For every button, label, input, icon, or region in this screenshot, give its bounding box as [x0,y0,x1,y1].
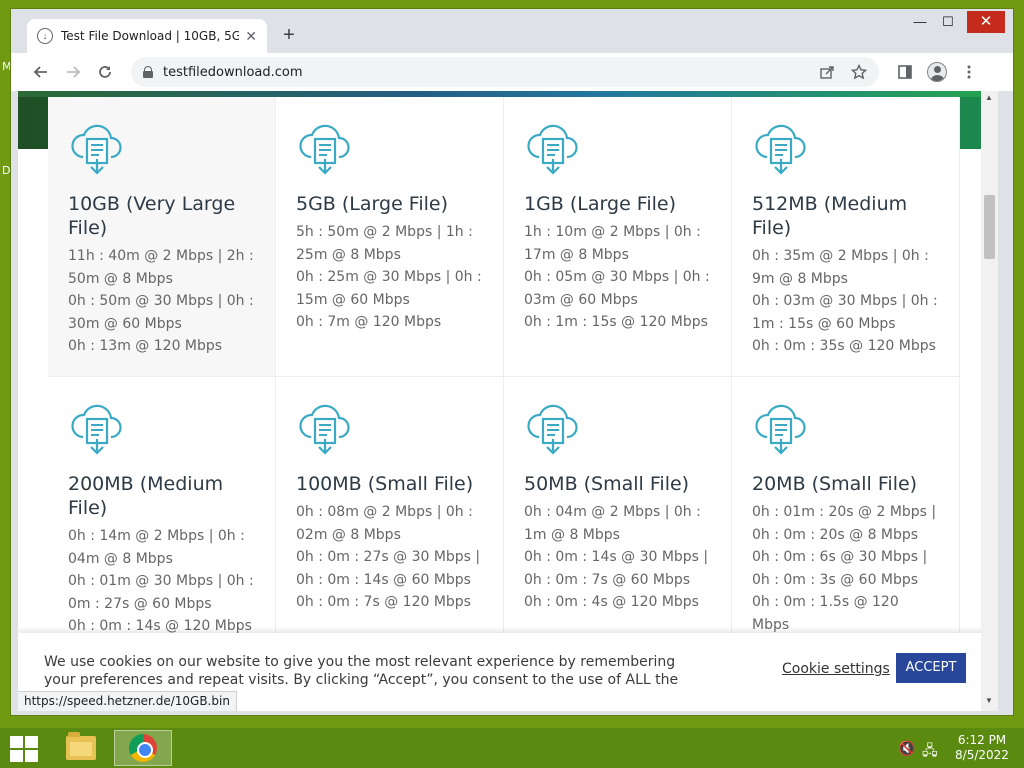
speed-line: 0h : 0m : 27s @ 30 Mbps | 0h : 0m : 14s … [296,549,481,588]
back-button[interactable] [25,56,57,88]
cloud-download-icon [299,124,350,175]
speed-line: 5h : 50m @ 2 Mbps | 1h : 25m @ 8 Mbps [296,224,473,263]
windows-logo-pane [25,736,38,748]
network-icon[interactable]: 🖧 [922,740,938,764]
speed-line: 0h : 0m : 7s @ 120 Mbps [296,594,471,610]
speed-line: 0h : 01m : 20s @ 2 Mbps | 0h : 0m : 20s … [752,504,937,543]
profile-button[interactable] [921,56,953,88]
file-card-1gb[interactable]: 1GB (Large File) 1h : 10m @ 2 Mbps | 0h … [504,97,732,377]
taskbar: 🔇 🖧 6:12 PM 8/5/2022 [0,728,1024,768]
page-viewport: 10GB (Very Large File) 11h : 40m @ 2 Mbp… [18,91,998,711]
windows-logo-pane [10,736,23,748]
cloud-download-icon [71,124,122,175]
cloud-download-icon [527,124,578,175]
chrome-icon [129,734,157,762]
file-title: 1GB (Large File) [524,193,676,215]
file-card-5gb[interactable]: 5GB (Large File) 5h : 50m @ 2 Mbps | 1h … [276,97,504,377]
cloud-download-icon [755,124,806,175]
browser-tab[interactable]: ↓ Test File Download | 10GB, 5GB, 1GB ✕ [27,19,267,53]
tab-title: Test File Download | 10GB, 5GB, 1GB [61,29,240,43]
accept-button[interactable]: ACCEPT [896,653,966,683]
scroll-down-icon[interactable]: ▼ [985,696,993,705]
sidepanel-icon [898,65,912,79]
title-bar: ↓ Test File Download | 10GB, 5GB, 1GB ✕ … [11,9,1013,53]
speaker-muted-icon[interactable]: 🔇 [898,740,915,757]
download-circle-icon: ↓ [37,28,53,44]
speed-line: 0h : 0m : 14s @ 30 Mbps | 0h : 0m : 7s @… [524,549,709,588]
sidepanel-button[interactable] [889,56,921,88]
speed-line: 0h : 01m @ 30 Mbps | 0h : 0m : 27s @ 60 … [68,573,254,612]
speed-line: 1h : 10m @ 2 Mbps | 0h : 17m @ 8 Mbps [524,224,701,263]
cloud-download-icon [71,404,122,455]
address-bar[interactable]: testfiledownload.com [131,57,879,87]
speed-line: 0h : 04m @ 2 Mbps | 0h : 1m @ 8 Mbps [524,504,701,543]
cloud-download-icon [299,404,350,455]
new-tab-button[interactable]: + [277,23,301,47]
speed-line: 0h : 14m @ 2 Mbps | 0h : 04m @ 8 Mbps [68,528,245,567]
speed-line: 0h : 25m @ 30 Mbps | 0h : 15m @ 60 Mbps [296,269,482,308]
speed-line: 0h : 08m @ 2 Mbps | 0h : 02m @ 8 Mbps [296,504,473,543]
folder-icon [66,732,96,760]
tab-close-icon[interactable]: ✕ [245,28,257,45]
speed-line: 0h : 0m : 1.5s @ 120 Mbps [752,594,899,633]
file-card-512mb[interactable]: 512MB (Medium File) 0h : 35m @ 2 Mbps | … [732,97,960,377]
share-icon[interactable] [819,64,835,80]
reload-button[interactable] [89,56,121,88]
lock-icon[interactable] [143,66,153,78]
file-card-50mb[interactable]: 50MB (Small File) 0h : 04m @ 2 Mbps | 0h… [504,377,732,657]
speed-line: 11h : 40m @ 2 Mbps | 2h : 50m @ 8 Mbps [68,248,254,287]
speed-line: 0h : 1m : 15s @ 120 Mbps [524,314,708,330]
speed-line: 0h : 05m @ 30 Mbps | 0h : 03m @ 60 Mbps [524,269,710,308]
file-card-10gb[interactable]: 10GB (Very Large File) 11h : 40m @ 2 Mbp… [48,97,276,377]
file-grid: 10GB (Very Large File) 11h : 40m @ 2 Mbp… [48,97,960,697]
vertical-scrollbar[interactable]: ▲ ▼ [981,91,998,711]
menu-button[interactable] [953,56,985,88]
cloud-download-icon [755,404,806,455]
kebab-menu-icon [967,65,971,79]
cookie-settings-link[interactable]: Cookie settings [782,661,890,677]
maximize-button[interactable]: ☐ [933,11,963,33]
file-explorer-taskbar-button[interactable] [60,730,102,766]
file-title: 20MB (Small File) [752,473,918,495]
windows-start-button[interactable] [10,736,38,762]
arrow-left-icon [33,66,47,78]
file-card-100mb[interactable]: 100MB (Small File) 0h : 08m @ 2 Mbps | 0… [276,377,504,657]
forward-button[interactable] [57,56,89,88]
speed-line: 0h : 13m @ 120 Mbps [68,338,223,354]
browser-window: ↓ Test File Download | 10GB, 5GB, 1GB ✕ … [10,8,1014,716]
clock-time: 6:12 PM [957,733,1007,747]
close-window-button[interactable]: ✕ [967,11,1005,33]
file-title: 50MB (Small File) [524,473,690,495]
browser-toolbar: testfiledownload.com [11,53,1013,91]
reload-icon [99,66,111,78]
url-text[interactable]: testfiledownload.com [163,65,803,80]
file-title: 100MB (Small File) [296,473,474,495]
arrow-right-icon [67,66,81,78]
speed-line: 0h : 0m : 4s @ 120 Mbps [524,594,699,610]
cloud-download-icon [527,404,578,455]
avatar [927,62,947,82]
speed-line: 0h : 0m : 35s @ 120 Mbps [752,338,936,354]
speed-line: 0h : 0m : 6s @ 30 Mbps | 0h : 0m : 3s @ … [752,549,928,588]
scroll-thumb[interactable] [984,195,995,259]
file-card-200mb[interactable]: 200MB (Medium File) 0h : 14m @ 2 Mbps | … [48,377,276,657]
speed-line: 0h : 7m @ 120 Mbps [296,314,442,330]
speed-line: 0h : 35m @ 2 Mbps | 0h : 9m @ 8 Mbps [752,248,929,287]
file-card-20mb[interactable]: 20MB (Small File) 0h : 01m : 20s @ 2 Mbp… [732,377,960,657]
system-clock[interactable]: 6:12 PM 8/5/2022 [950,733,1014,763]
windows-logo-pane [10,750,23,762]
file-title: 5GB (Large File) [296,193,448,215]
chrome-taskbar-button[interactable] [114,730,172,766]
speed-line: 0h : 50m @ 30 Mbps | 0h : 30m @ 60 Mbps [68,293,254,332]
file-title: 200MB (Medium File) [68,473,224,519]
file-title: 10GB (Very Large File) [68,193,236,239]
minimize-button[interactable]: — [905,11,935,33]
status-bar-url: https://speed.hetzner.de/10GB.bin [18,691,237,711]
scroll-up-icon[interactable]: ▲ [985,93,993,102]
windows-logo-pane [25,750,38,762]
speed-line: 0h : 03m @ 30 Mbps | 0h : 1m : 15s @ 60 … [752,293,938,332]
clock-date: 8/5/2022 [955,748,1009,762]
star-icon[interactable] [851,64,867,80]
file-title: 512MB (Medium File) [752,193,908,239]
